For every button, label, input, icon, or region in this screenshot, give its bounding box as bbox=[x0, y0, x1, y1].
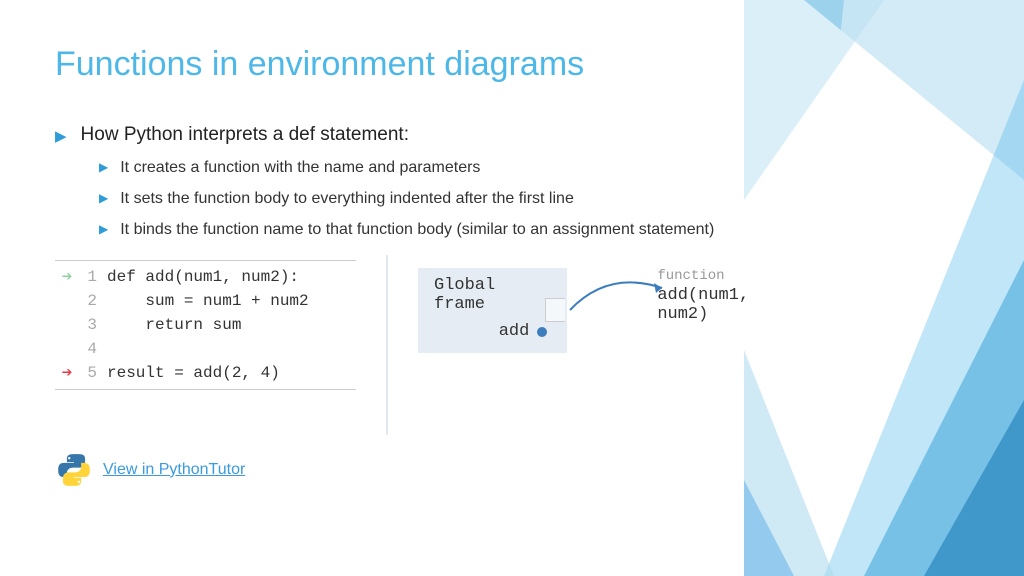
code-line: ➔ 5 result = add(2, 4) bbox=[55, 361, 356, 385]
code-line: ➔ 1 def add(num1, num2): bbox=[55, 265, 356, 289]
current-line-arrow-icon: ➔ bbox=[62, 266, 73, 288]
next-line-arrow-icon: ➔ bbox=[62, 362, 73, 384]
code-block: ➔ 1 def add(num1, num2): 2 sum = num1 + … bbox=[55, 260, 356, 390]
slide-title: Functions in environment diagrams bbox=[55, 45, 804, 84]
python-logo-icon bbox=[55, 451, 93, 489]
code-line: 3 return sum bbox=[55, 313, 356, 337]
sub-bullet: ▶ It creates a function with the name an… bbox=[99, 156, 804, 179]
code-line: 4 bbox=[55, 337, 356, 361]
reference-dot-icon bbox=[537, 327, 547, 337]
triangle-icon: ▶ bbox=[99, 222, 108, 236]
sub-bullet: ▶ It sets the function body to everythin… bbox=[99, 187, 804, 210]
triangle-icon: ▶ bbox=[99, 191, 108, 205]
code-line: 2 sum = num1 + num2 bbox=[55, 289, 356, 313]
bullet-list: ▶ How Python interprets a def statement:… bbox=[55, 124, 804, 242]
function-object: function add(num1, num2) bbox=[657, 268, 804, 324]
main-bullet: ▶ How Python interprets a def statement: bbox=[55, 124, 804, 146]
global-frame-box: Global frame add bbox=[418, 268, 567, 353]
vertical-divider bbox=[386, 255, 388, 435]
triangle-icon: ▶ bbox=[99, 160, 108, 174]
pythontutor-link[interactable]: View in PythonTutor bbox=[103, 461, 245, 479]
reference-arrow-icon bbox=[568, 280, 668, 320]
sub-bullet: ▶ It binds the function name to that fun… bbox=[99, 218, 804, 241]
triangle-icon: ▶ bbox=[55, 127, 67, 145]
